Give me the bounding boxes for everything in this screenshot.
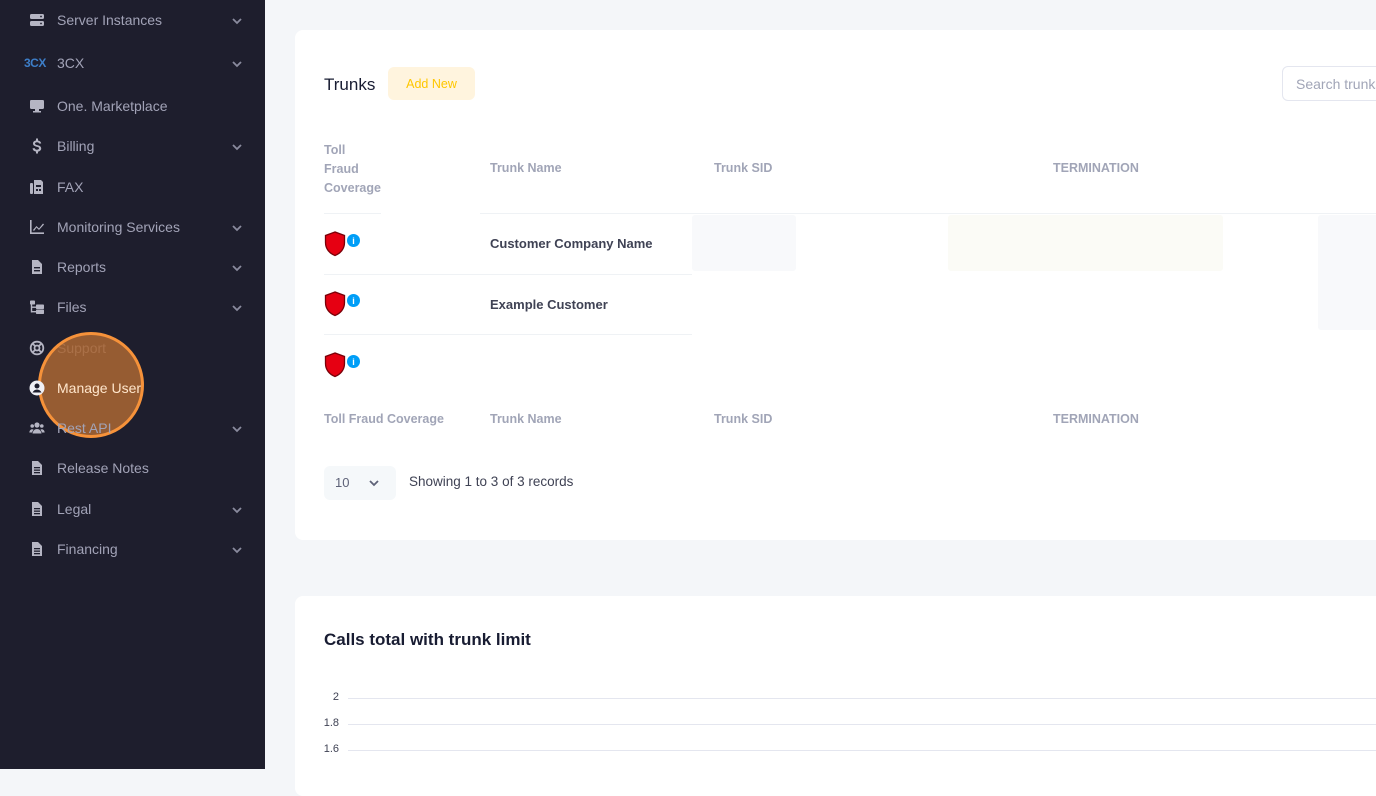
trunk-name-cell: Example Customer: [490, 297, 608, 312]
sidebar-item-legal[interactable]: Legal: [0, 491, 265, 527]
sidebar-item-support[interactable]: Support: [0, 330, 265, 366]
document-icon: [28, 500, 46, 518]
sidebar: Server Instances 3CX 3CX One. Marketplac…: [0, 0, 265, 769]
sidebar-item-label: 3CX: [57, 55, 85, 71]
sidebar-item-rest-api[interactable]: Rest API: [0, 410, 265, 446]
footer-header-termination: TERMINATION: [1053, 412, 1139, 426]
sidebar-item-label: Rest API: [57, 420, 112, 436]
life-ring-icon: [28, 339, 46, 357]
info-icon[interactable]: i: [347, 234, 360, 247]
column-header-trunk-name[interactable]: Trunk Name: [490, 159, 562, 178]
chart-title: Calls total with trunk limit: [324, 630, 531, 649]
sidebar-item-reports[interactable]: Reports: [0, 249, 265, 285]
calls-chart-card: Calls total with trunk limit 2 1.8 1.6: [295, 596, 1376, 796]
row-divider: [324, 274, 692, 275]
sidebar-item-label: Financing: [57, 541, 118, 557]
redacted-cell: [1318, 215, 1376, 330]
dollar-icon: [28, 137, 46, 155]
chevron-down-icon: [231, 503, 243, 515]
sidebar-item-label: One. Marketplace: [57, 98, 168, 114]
redacted-cell: [692, 215, 796, 271]
sidebar-item-label: Monitoring Services: [57, 219, 180, 235]
document-icon: [28, 540, 46, 558]
y-tick-label: 1.6: [323, 743, 339, 755]
shield-icon: [324, 291, 346, 317]
server-icon: [28, 11, 46, 29]
sidebar-item-label: Reports: [57, 259, 107, 275]
page-size-select[interactable]: 10: [324, 466, 396, 500]
sidebar-item-label: Release Notes: [57, 460, 149, 476]
chart-line-icon: [28, 218, 46, 236]
sidebar-item-server-instances[interactable]: Server Instances: [0, 2, 265, 38]
sidebar-item-label: Server Instances: [57, 12, 163, 28]
3cx-logo: 3CX: [24, 56, 46, 70]
sidebar-item-label: Manage User: [57, 380, 142, 396]
shield-icon: [324, 231, 346, 257]
sidebar-item-billing[interactable]: Billing: [0, 128, 265, 164]
user-circle-icon: [28, 379, 46, 397]
chevron-down-icon: [369, 480, 379, 487]
sidebar-item-label: Support: [57, 340, 107, 356]
chevron-down-icon: [231, 140, 243, 152]
y-tick-label: 1.8: [323, 717, 339, 729]
grid-line: [348, 698, 1376, 699]
sidebar-item-financing[interactable]: Financing: [0, 531, 265, 567]
chevron-down-icon: [231, 221, 243, 233]
column-header-trunk-sid[interactable]: Trunk SID: [714, 159, 772, 178]
header-divider: [480, 213, 1376, 214]
chevron-down-icon: [231, 422, 243, 434]
search-input[interactable]: [1282, 66, 1376, 101]
trunk-name-cell: Customer Company Name: [490, 236, 653, 251]
sidebar-item-label: Files: [57, 299, 87, 315]
column-header-termination[interactable]: TERMINATION: [1053, 159, 1139, 178]
footer-header-trunk-name: Trunk Name: [490, 412, 562, 426]
fax-icon: [28, 178, 46, 196]
document-icon: [28, 459, 46, 477]
trunks-card: Trunks Add New Toll Fraud Coverage Trunk…: [295, 30, 1376, 540]
sidebar-item-label: Billing: [57, 138, 95, 154]
records-info: Showing 1 to 3 of 3 records: [409, 474, 574, 489]
sidebar-item-label: FAX: [57, 179, 84, 195]
chevron-down-icon: [231, 261, 243, 273]
sidebar-item-monitoring-services[interactable]: Monitoring Services: [0, 209, 265, 245]
add-new-button[interactable]: Add New: [388, 67, 475, 100]
column-header-toll-fraud-coverage[interactable]: Toll Fraud Coverage: [324, 141, 394, 198]
monitor-icon: [28, 97, 46, 115]
grid-line: [348, 724, 1376, 725]
sidebar-item-manage-user[interactable]: Manage User: [0, 370, 265, 406]
info-icon[interactable]: i: [347, 355, 360, 368]
trunks-title: Trunks: [324, 75, 376, 94]
users-icon: [28, 419, 46, 437]
page-size-value: 10: [335, 475, 350, 490]
grid-line: [348, 750, 1376, 751]
sidebar-item-release-notes[interactable]: Release Notes: [0, 450, 265, 486]
shield-icon: [324, 352, 346, 378]
footer-header-trunk-sid: Trunk SID: [714, 412, 773, 426]
info-icon[interactable]: i: [347, 294, 360, 307]
sidebar-item-files[interactable]: Files: [0, 289, 265, 325]
chevron-down-icon: [231, 57, 243, 69]
footer-header-toll-fraud-coverage: Toll Fraud Coverage: [324, 412, 444, 426]
file-icon: [28, 258, 46, 276]
redacted-cell: [948, 215, 1223, 271]
chevron-down-icon: [231, 543, 243, 555]
header-divider: [324, 213, 381, 214]
sidebar-item-fax[interactable]: FAX: [0, 169, 265, 205]
sidebar-item-3cx[interactable]: 3CX 3CX: [0, 45, 265, 81]
chevron-down-icon: [231, 14, 243, 26]
sidebar-item-marketplace[interactable]: One. Marketplace: [0, 88, 265, 124]
chevron-down-icon: [231, 301, 243, 313]
row-divider: [324, 334, 692, 335]
folder-tree-icon: [28, 298, 46, 316]
sidebar-item-label: Legal: [57, 501, 92, 517]
y-tick-label: 2: [332, 691, 339, 703]
